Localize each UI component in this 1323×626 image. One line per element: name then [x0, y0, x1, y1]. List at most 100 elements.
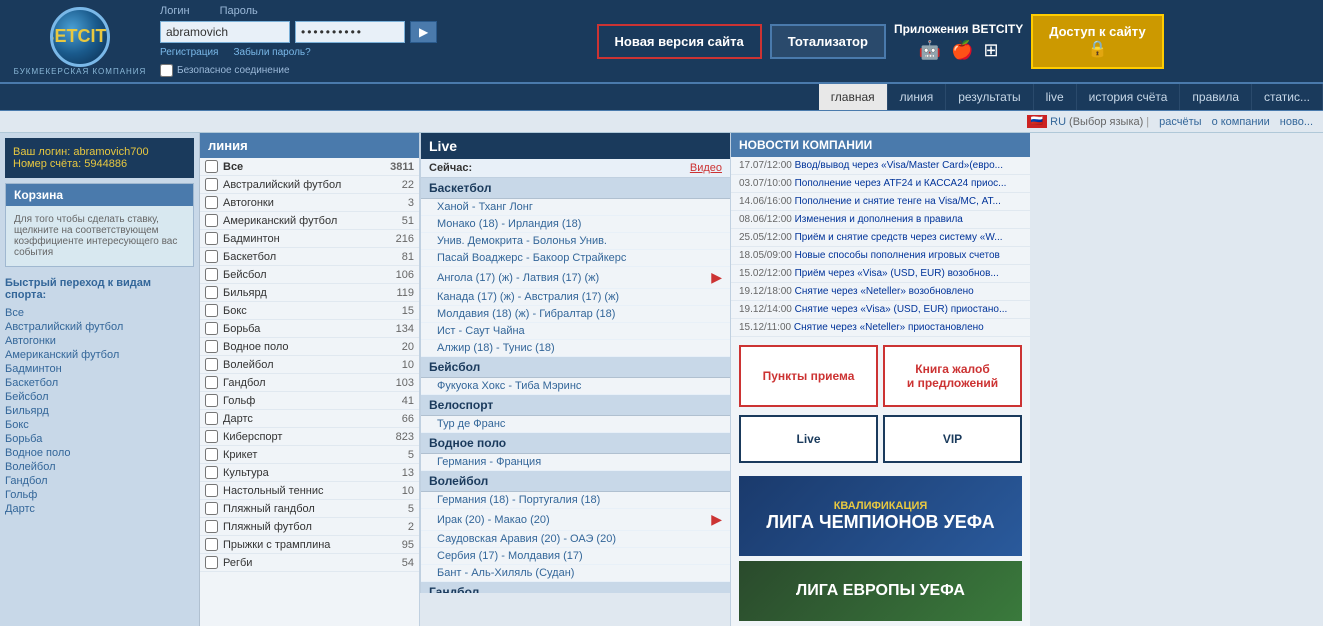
- nav-item-rules[interactable]: правила: [1180, 84, 1252, 110]
- sport-item-billiard[interactable]: Бильярд 119: [200, 284, 419, 302]
- news-link[interactable]: ново...: [1280, 116, 1313, 128]
- secure-checkbox[interactable]: [160, 64, 173, 77]
- live-match[interactable]: Саудовская Аравия (20) - ОАЭ (20): [421, 531, 730, 548]
- sport-item-all[interactable]: Все 3811: [200, 158, 419, 176]
- live-match[interactable]: Унив. Демокрита - Болонья Унив.: [421, 233, 730, 250]
- sport-checkbox[interactable]: [205, 520, 218, 533]
- europa-league-banner[interactable]: ЛИГА ЕВРОПЫ УЕФА: [739, 561, 1022, 621]
- live-match[interactable]: Германия - Франция: [421, 454, 730, 471]
- quick-nav-baseball[interactable]: Бейсбол: [5, 390, 194, 404]
- sport-checkbox[interactable]: [205, 232, 218, 245]
- sport-item-jumping[interactable]: Прыжки с трамплина 95: [200, 536, 419, 554]
- login-input[interactable]: [160, 21, 290, 43]
- live-match[interactable]: Бант - Аль-Хиляль (Судан): [421, 565, 730, 582]
- sport-checkbox[interactable]: [205, 304, 218, 317]
- quick-nav-boxing[interactable]: Бокс: [5, 418, 194, 432]
- sport-checkbox-all[interactable]: [205, 160, 218, 173]
- quick-nav-austfootball[interactable]: Австралийский футбол: [5, 320, 194, 334]
- quick-nav-darts[interactable]: Дартс: [5, 502, 194, 516]
- sport-checkbox[interactable]: [205, 538, 218, 551]
- news-item[interactable]: 03.07/10:00 Пополнение через ATF24 и КАС…: [731, 175, 1030, 193]
- sport-item-beachfootball[interactable]: Пляжный футбол 2: [200, 518, 419, 536]
- windows-icon[interactable]: ⊞: [983, 40, 998, 61]
- raschety-link[interactable]: расчёты: [1159, 116, 1201, 128]
- sport-checkbox[interactable]: [205, 466, 218, 479]
- sport-item-tabletennis[interactable]: Настольный теннис 10: [200, 482, 419, 500]
- quick-nav-wrestling[interactable]: Борьба: [5, 432, 194, 446]
- access-button[interactable]: Доступ к сайту 🔒: [1031, 14, 1163, 69]
- quick-nav-billiard[interactable]: Бильярд: [5, 404, 194, 418]
- sport-checkbox[interactable]: [205, 214, 218, 227]
- sport-item-darts[interactable]: Дартс 66: [200, 410, 419, 428]
- sport-checkbox[interactable]: [205, 376, 218, 389]
- punkty-priema-button[interactable]: Пункты приема: [739, 345, 878, 407]
- news-item[interactable]: 25.05/12:00 Приём и снятие средств через…: [731, 229, 1030, 247]
- password-input[interactable]: [295, 21, 405, 43]
- sport-item-handball[interactable]: Гандбол 103: [200, 374, 419, 392]
- live-match[interactable]: Молдавия (18) (ж) - Гибралтар (18): [421, 306, 730, 323]
- live-match[interactable]: Сербия (17) - Молдавия (17): [421, 548, 730, 565]
- lang-select[interactable]: (Выбор языка): [1069, 116, 1143, 128]
- sport-item-boxing[interactable]: Бокс 15: [200, 302, 419, 320]
- sport-item-amfootball[interactable]: Американский футбол 51: [200, 212, 419, 230]
- news-item[interactable]: 08.06/12:00 Изменения и дополнения в пра…: [731, 211, 1030, 229]
- nav-item-history[interactable]: история счёта: [1077, 84, 1181, 110]
- quick-nav-badminton[interactable]: Бадминтон: [5, 362, 194, 376]
- sport-checkbox[interactable]: [205, 250, 218, 263]
- login-submit-button[interactable]: ▶: [410, 21, 437, 43]
- new-site-button[interactable]: Новая версия сайта: [597, 24, 762, 59]
- sport-checkbox[interactable]: [205, 556, 218, 569]
- news-item[interactable]: 19.12/14:00 Снятие через «Visa» (USD, EU…: [731, 301, 1030, 319]
- live-service-button[interactable]: Live: [739, 415, 878, 463]
- quick-nav-basketball[interactable]: Баскетбол: [5, 376, 194, 390]
- sport-checkbox[interactable]: [205, 502, 218, 515]
- news-item[interactable]: 17.07/12:00 Ввод/вывод через «Visa/Maste…: [731, 157, 1030, 175]
- sport-item-waterpolo[interactable]: Водное поло 20: [200, 338, 419, 356]
- live-match[interactable]: Монако (18) - Ирландия (18): [421, 216, 730, 233]
- nav-item-live[interactable]: live: [1034, 84, 1077, 110]
- sport-item-rugby[interactable]: Регби 54: [200, 554, 419, 572]
- register-link[interactable]: Регистрация: [160, 47, 218, 58]
- sport-item-volleyball[interactable]: Волейбол 10: [200, 356, 419, 374]
- quick-nav-handball[interactable]: Гандбол: [5, 474, 194, 488]
- nav-item-stats[interactable]: статис...: [1252, 84, 1323, 110]
- sport-item-austfootball[interactable]: Австралийский футбол 22: [200, 176, 419, 194]
- live-match[interactable]: Ангола (17) (ж) - Латвия (17) (ж)▶: [421, 267, 730, 289]
- news-item[interactable]: 19.12/18:00 Снятие через «Neteller» возо…: [731, 283, 1030, 301]
- forgot-password-link[interactable]: Забыли пароль?: [233, 47, 310, 58]
- kniga-zhalob-button[interactable]: Книга жалоб и предложений: [883, 345, 1022, 407]
- about-link[interactable]: о компании: [1212, 116, 1270, 128]
- quick-nav-volleyball[interactable]: Волейбол: [5, 460, 194, 474]
- sport-checkbox[interactable]: [205, 448, 218, 461]
- totalizator-button[interactable]: Тотализатор: [770, 24, 886, 59]
- sport-item-cricket[interactable]: Крикет 5: [200, 446, 419, 464]
- sport-checkbox[interactable]: [205, 268, 218, 281]
- quick-nav-waterpolo[interactable]: Водное поло: [5, 446, 194, 460]
- live-match[interactable]: Ист - Саут Чайна: [421, 323, 730, 340]
- nav-item-results[interactable]: результаты: [946, 84, 1033, 110]
- sport-checkbox[interactable]: [205, 322, 218, 335]
- quick-nav-racing[interactable]: Автогонки: [5, 334, 194, 348]
- sport-item-culture[interactable]: Культура 13: [200, 464, 419, 482]
- sport-item-basketball[interactable]: Баскетбол 81: [200, 248, 419, 266]
- sport-checkbox[interactable]: [205, 394, 218, 407]
- sport-item-baseball[interactable]: Бейсбол 106: [200, 266, 419, 284]
- sport-item-beachhandball[interactable]: Пляжный гандбол 5: [200, 500, 419, 518]
- live-match[interactable]: Германия (18) - Португалия (18): [421, 492, 730, 509]
- live-match[interactable]: Ханой - Тханг Лонг: [421, 199, 730, 216]
- news-item[interactable]: 15.12/11:00 Снятие через «Neteller» прио…: [731, 319, 1030, 337]
- live-match[interactable]: Тур де Франс: [421, 416, 730, 433]
- vip-button[interactable]: VIP: [883, 415, 1022, 463]
- sport-item-golf[interactable]: Гольф 41: [200, 392, 419, 410]
- android-icon[interactable]: 🤖: [919, 40, 941, 61]
- video-link[interactable]: Видео: [690, 162, 722, 174]
- live-match[interactable]: Ирак (20) - Макао (20)▶: [421, 509, 730, 531]
- sport-checkbox[interactable]: [205, 412, 218, 425]
- news-item[interactable]: 15.02/12:00 Приём через «Visa» (USD, EUR…: [731, 265, 1030, 283]
- sport-checkbox[interactable]: [205, 430, 218, 443]
- live-match[interactable]: Пасай Воаджерс - Бакоор Страйкерс: [421, 250, 730, 267]
- sport-checkbox[interactable]: [205, 196, 218, 209]
- nav-item-glavnaya[interactable]: главная: [819, 84, 888, 110]
- sport-checkbox[interactable]: [205, 340, 218, 353]
- live-match[interactable]: Алжир (18) - Тунис (18): [421, 340, 730, 357]
